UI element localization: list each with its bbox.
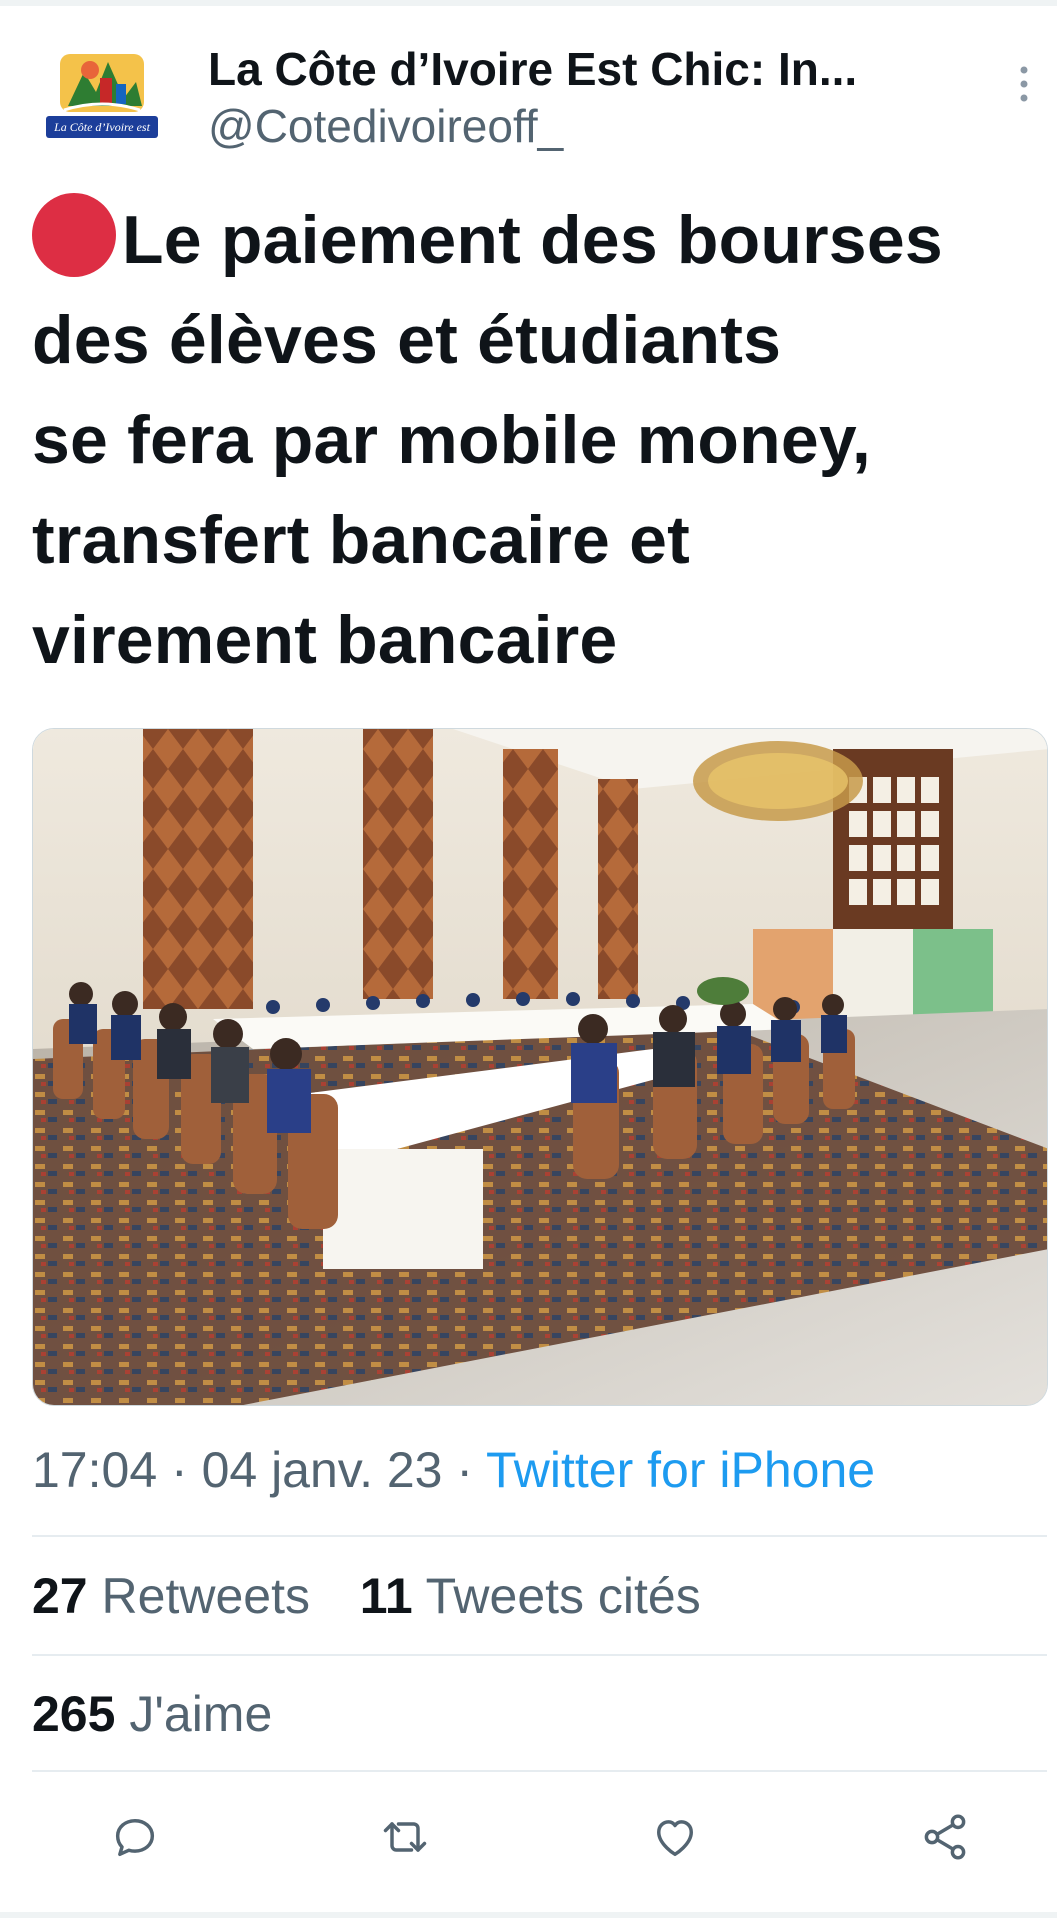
tweet-source-link[interactable]: Twitter for iPhone	[486, 1442, 875, 1498]
tweet-date: 04 janv. 23	[201, 1442, 443, 1498]
quotes-count: 11	[359, 1568, 413, 1624]
retweets-label: Retweets	[101, 1568, 310, 1624]
quotes-stat[interactable]: 11 Tweets cités	[360, 1568, 701, 1624]
tweet-text-line: Le paiement des bourses	[32, 190, 1032, 290]
meeting-room-photo	[33, 729, 1047, 1405]
retweets-stat[interactable]: 27 Retweets	[32, 1568, 310, 1624]
tweet-text-line: virement bancaire	[32, 602, 618, 678]
divider	[32, 1770, 1047, 1772]
heart-icon[interactable]	[640, 1802, 710, 1872]
likes-label: J'aime	[129, 1686, 273, 1742]
tweet-text-line: des élèves et étudiants	[32, 302, 782, 378]
tweet-text-line: se fera par mobile money,	[32, 402, 871, 478]
meta-separator: ·	[442, 1442, 487, 1498]
avatar[interactable]: La Côte d’Ivoire est Chic INFOS	[38, 48, 166, 158]
meta-separator: ·	[157, 1442, 202, 1498]
top-divider	[0, 0, 1057, 6]
tweet-actions	[0, 1790, 1057, 1880]
retweet-quote-stats: 27 Retweets 11 Tweets cités	[32, 1566, 701, 1626]
red-circle-emoji-icon	[32, 193, 116, 277]
tweet-text-line: transfert bancaire et	[32, 502, 691, 578]
share-icon[interactable]	[910, 1802, 980, 1872]
tweet-meta: 17:04 · 04 janv. 23 · Twitter for iPhone	[32, 1440, 875, 1500]
author-display-name[interactable]: La Côte d’Ivoire Est Chic: In...	[208, 40, 1008, 98]
likes-count: 265	[32, 1686, 116, 1742]
more-vertical-icon[interactable]	[1014, 62, 1034, 106]
author-block[interactable]: La Côte d’Ivoire Est Chic: In... @Cotedi…	[208, 40, 1008, 154]
tweet-photo[interactable]	[32, 728, 1048, 1406]
reply-icon[interactable]	[100, 1802, 170, 1872]
divider	[32, 1654, 1047, 1656]
tweet-detail-page: La Côte d’Ivoire est Chic INFOS La Côte …	[0, 0, 1057, 1918]
tweet-text: Le paiement des bourses des élèves et ét…	[32, 190, 1032, 690]
tweet-time: 17:04	[32, 1442, 158, 1498]
tweet-header: La Côte d’Ivoire est Chic INFOS La Côte …	[38, 40, 1038, 170]
quotes-label: Tweets cités	[425, 1568, 701, 1624]
divider	[32, 1535, 1047, 1537]
likes-stats[interactable]: 265 J'aime	[32, 1684, 272, 1744]
bottom-divider	[0, 1912, 1057, 1918]
retweet-icon[interactable]	[370, 1802, 440, 1872]
retweets-count: 27	[32, 1568, 88, 1624]
author-handle[interactable]: @Cotedivoireoff_	[208, 98, 1008, 154]
avatar-caption: La Côte d’Ivoire est Chic INFOS	[46, 116, 158, 156]
